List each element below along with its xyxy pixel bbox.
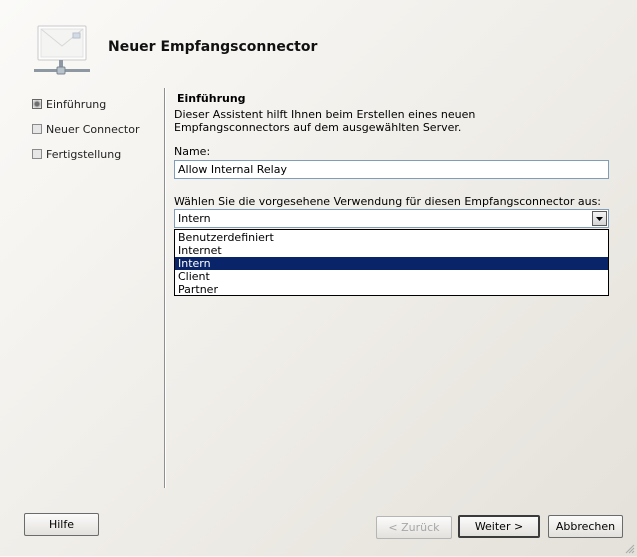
- chevron-down-icon: [596, 216, 603, 221]
- usage-option[interactable]: Internet: [175, 244, 608, 257]
- step-pending-icon: [32, 124, 42, 134]
- resize-grip[interactable]: [625, 544, 635, 554]
- step-label: Fertigstellung: [46, 147, 122, 161]
- step-label: Einführung: [46, 97, 107, 111]
- usage-option[interactable]: Benutzerdefiniert: [175, 231, 608, 244]
- usage-select-value: Intern: [178, 212, 211, 225]
- step-new-connector: Neuer Connector: [32, 121, 140, 137]
- section-title: Einführung: [177, 92, 246, 105]
- usage-label: Wählen Sie die vorgesehene Verwendung fü…: [174, 195, 602, 208]
- help-button[interactable]: Hilfe: [24, 513, 99, 536]
- name-label: Name:: [174, 145, 211, 158]
- intro-text: Dieser Assistent hilft Ihnen beim Erstel…: [174, 108, 476, 134]
- step-pending-icon: [32, 149, 42, 159]
- step-active-icon: [32, 99, 42, 109]
- wizard-title: Neuer Empfangsconnector: [108, 39, 318, 55]
- connector-wizard-icon: [30, 24, 94, 82]
- vertical-divider: [164, 88, 166, 488]
- usage-dropdown-list: Benutzerdefiniert Internet Intern Client…: [174, 229, 609, 296]
- step-label: Neuer Connector: [46, 122, 140, 136]
- back-button[interactable]: < Zurück: [376, 516, 452, 539]
- usage-option[interactable]: Client: [175, 270, 608, 283]
- next-button[interactable]: Weiter >: [458, 515, 540, 538]
- dropdown-button[interactable]: [592, 211, 607, 226]
- usage-option-selected[interactable]: Intern: [175, 257, 608, 270]
- usage-option[interactable]: Partner: [175, 283, 608, 296]
- step-introduction: Einführung: [32, 96, 106, 112]
- name-input[interactable]: [174, 160, 609, 179]
- cancel-button[interactable]: Abbrechen: [548, 515, 623, 538]
- usage-select[interactable]: Intern: [174, 209, 609, 228]
- step-completion: Fertigstellung: [32, 146, 121, 162]
